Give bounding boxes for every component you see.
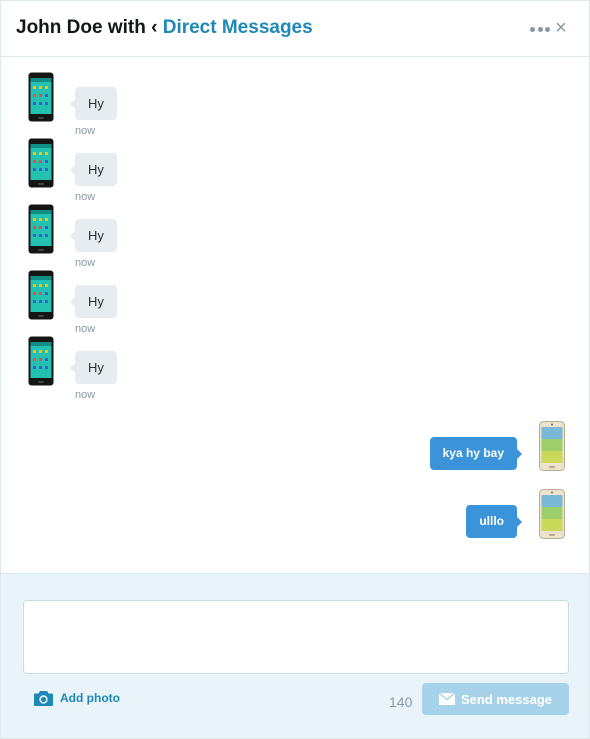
sender-avatar-phone-icon[interactable] xyxy=(28,336,54,386)
send-message-button[interactable]: Send message xyxy=(422,683,569,715)
message-bubble: Hy xyxy=(70,219,117,252)
send-message-label: Send message xyxy=(460,691,553,707)
more-dot xyxy=(537,26,543,32)
camera-icon xyxy=(34,691,53,706)
more-dot xyxy=(530,26,535,32)
message-bubble: Hy xyxy=(70,153,117,186)
message-bubble: kya hy bay xyxy=(429,437,523,470)
sender-avatar-phone-icon[interactable] xyxy=(28,270,54,320)
sender-avatar-phone-icon[interactable] xyxy=(28,204,54,254)
message-bubble: Hy xyxy=(70,285,117,318)
message-composer: Add photo 140 Send message xyxy=(1,573,589,738)
incoming-message: Hy now xyxy=(1,256,589,335)
message-input[interactable] xyxy=(23,600,569,674)
incoming-message: Hy now xyxy=(1,322,589,401)
more-options-icon[interactable] xyxy=(530,19,550,39)
sender-avatar-phone-icon[interactable] xyxy=(28,138,54,188)
dm-dialog: John Doe with ‹ Direct Messages × Hy now xyxy=(0,0,590,739)
envelope-icon xyxy=(438,693,455,705)
more-dot xyxy=(545,26,550,32)
outgoing-message: ulllo xyxy=(1,489,589,557)
message-bubble: Hy xyxy=(70,87,117,120)
message-bubble: ulllo xyxy=(466,505,522,538)
incoming-message: Hy now xyxy=(1,58,589,137)
add-photo-button[interactable]: Add photo xyxy=(34,688,120,708)
incoming-message: Hy now xyxy=(1,124,589,203)
close-icon[interactable]: × xyxy=(554,18,568,38)
dialog-header: John Doe with ‹ Direct Messages × xyxy=(1,1,589,57)
sender-avatar-phone-icon[interactable] xyxy=(28,72,54,122)
own-avatar-phone-icon[interactable] xyxy=(539,489,565,539)
outgoing-message: kya hy bay xyxy=(1,421,589,489)
incoming-message: Hy now xyxy=(1,190,589,269)
add-photo-label: Add photo xyxy=(60,691,120,705)
dialog-title: John Doe with ‹ Direct Messages xyxy=(16,17,313,39)
own-avatar-phone-icon[interactable] xyxy=(539,421,565,471)
title-prefix: John Doe with ‹ xyxy=(16,17,163,38)
character-counter: 140 xyxy=(389,694,413,710)
message-timestamp: now xyxy=(75,389,96,401)
conversation-thread: Hy now Hy now Hy now Hy now Hy now kya h… xyxy=(1,58,589,573)
message-bubble: Hy xyxy=(70,351,117,384)
direct-messages-link[interactable]: Direct Messages xyxy=(163,17,313,38)
